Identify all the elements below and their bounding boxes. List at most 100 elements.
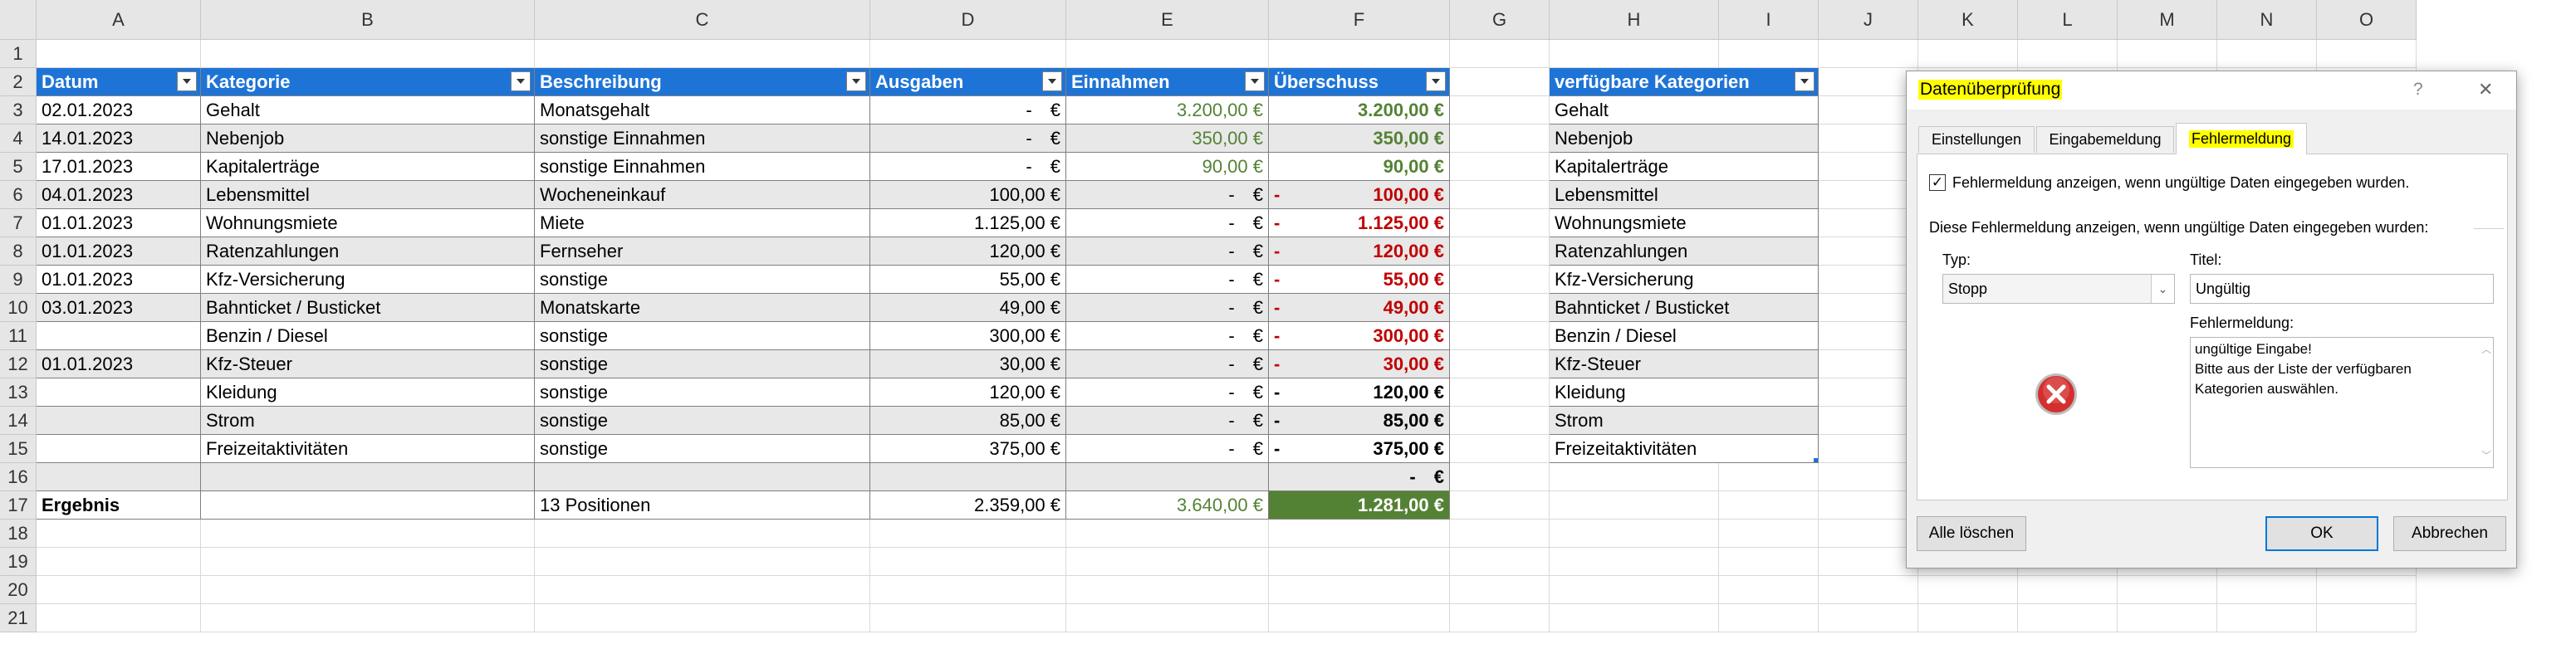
- grid-cell[interactable]: [2018, 576, 2118, 604]
- table-header-datum[interactable]: Datum: [37, 68, 201, 96]
- grid-cell[interactable]: [1719, 491, 1819, 520]
- grid-cell[interactable]: [1450, 548, 1550, 576]
- table-cell-ueberschuss[interactable]: - 55,00 €: [1269, 266, 1450, 294]
- grid-cell[interactable]: [1550, 576, 1719, 604]
- table-cell-datum[interactable]: [37, 322, 201, 350]
- column-header-b[interactable]: B: [201, 0, 535, 40]
- table-cell-ueberschuss[interactable]: - 1.125,00 €: [1269, 209, 1450, 237]
- row-header-9[interactable]: 9: [0, 266, 37, 294]
- grid-cell[interactable]: [1819, 40, 1918, 68]
- grid-cell[interactable]: [870, 520, 1066, 548]
- filter-dropdown-icon[interactable]: [846, 71, 866, 91]
- filter-dropdown-icon[interactable]: [1426, 71, 1446, 91]
- row-header-10[interactable]: 10: [0, 294, 37, 322]
- show-error-checkbox[interactable]: ✓: [1929, 174, 1946, 191]
- row-header-17[interactable]: 17: [0, 491, 37, 520]
- row-header-7[interactable]: 7: [0, 209, 37, 237]
- grid-cell[interactable]: [1819, 407, 1918, 435]
- grid-cell[interactable]: [1719, 576, 1819, 604]
- table-cell-ueberschuss[interactable]: 350,00 €: [1269, 124, 1450, 153]
- result-empty[interactable]: [201, 491, 535, 520]
- category-item[interactable]: Kfz-Steuer: [1550, 350, 1819, 378]
- table-cell-einnahmen[interactable]: - €: [1066, 237, 1269, 266]
- category-item[interactable]: Benzin / Diesel: [1550, 322, 1819, 350]
- table-cell-einnahmen[interactable]: - €: [1066, 407, 1269, 435]
- table-cell-ausgaben[interactable]: - €: [870, 96, 1066, 124]
- grid-cell[interactable]: [1819, 435, 1918, 463]
- row-header-12[interactable]: 12: [0, 350, 37, 378]
- categories-header[interactable]: verfügbare Kategorien: [1550, 68, 1819, 96]
- grid-cell[interactable]: [1819, 153, 1918, 181]
- category-item[interactable]: Nebenjob: [1550, 124, 1819, 153]
- grid-cell[interactable]: [2317, 604, 2417, 632]
- table-cell-einnahmen[interactable]: 350,00 €: [1066, 124, 1269, 153]
- chevron-down-icon[interactable]: ⌄: [2151, 275, 2174, 303]
- close-icon[interactable]: ✕: [2478, 79, 2493, 100]
- grid-cell[interactable]: [535, 548, 870, 576]
- table-cell-einnahmen[interactable]: 3.200,00 €: [1066, 96, 1269, 124]
- dialog-titlebar[interactable]: Datenüberprüfung ? ✕: [1907, 71, 2516, 110]
- table-cell-ausgaben[interactable]: [870, 463, 1066, 491]
- grid-cell[interactable]: [37, 604, 201, 632]
- table-cell-einnahmen[interactable]: - €: [1066, 435, 1269, 463]
- table-cell-kategorie[interactable]: Kapitalerträge: [201, 153, 535, 181]
- table-cell-einnahmen[interactable]: - €: [1066, 350, 1269, 378]
- clear-all-button[interactable]: Alle löschen: [1917, 516, 2026, 551]
- grid-cell[interactable]: [1269, 576, 1450, 604]
- table-cell-ueberschuss[interactable]: 90,00 €: [1269, 153, 1450, 181]
- grid-cell[interactable]: [201, 604, 535, 632]
- table-cell-ueberschuss[interactable]: - €: [1269, 463, 1450, 491]
- table-cell-ausgaben[interactable]: - €: [870, 124, 1066, 153]
- category-item[interactable]: Kfz-Versicherung: [1550, 266, 1819, 294]
- grid-cell[interactable]: [1066, 40, 1269, 68]
- grid-cell[interactable]: [1450, 407, 1550, 435]
- grid-cell[interactable]: [37, 520, 201, 548]
- table-cell-einnahmen[interactable]: [1066, 463, 1269, 491]
- title-input[interactable]: Ungültig: [2190, 274, 2494, 304]
- table-cell-einnahmen[interactable]: - €: [1066, 378, 1269, 407]
- grid-cell[interactable]: [1819, 350, 1918, 378]
- grid-cell[interactable]: [1450, 520, 1550, 548]
- filter-dropdown-icon[interactable]: [1042, 71, 1062, 91]
- table-cell-kategorie[interactable]: Gehalt: [201, 96, 535, 124]
- table-cell-datum[interactable]: [37, 407, 201, 435]
- grid-cell[interactable]: [1450, 350, 1550, 378]
- table-header-beschreibung[interactable]: Beschreibung: [535, 68, 870, 96]
- grid-cell[interactable]: [1819, 322, 1918, 350]
- table-cell-einnahmen[interactable]: - €: [1066, 294, 1269, 322]
- grid-cell[interactable]: [870, 576, 1066, 604]
- grid-cell[interactable]: [1269, 604, 1450, 632]
- row-header-6[interactable]: 6: [0, 181, 37, 209]
- grid-cell[interactable]: [1918, 604, 2018, 632]
- grid-cell[interactable]: [37, 40, 201, 68]
- table-cell-ueberschuss[interactable]: - 100,00 €: [1269, 181, 1450, 209]
- table-cell-ueberschuss[interactable]: 3.200,00 €: [1269, 96, 1450, 124]
- table-cell-beschreibung[interactable]: sonstige: [535, 266, 870, 294]
- grid-cell[interactable]: [1450, 378, 1550, 407]
- column-header-j[interactable]: J: [1819, 0, 1918, 40]
- grid-cell[interactable]: [1066, 520, 1269, 548]
- grid-cell[interactable]: [2118, 576, 2217, 604]
- result-ausgaben[interactable]: 2.359,00 €: [870, 491, 1066, 520]
- grid-cell[interactable]: [1819, 68, 1918, 96]
- table-cell-beschreibung[interactable]: Monatskarte: [535, 294, 870, 322]
- grid-cell[interactable]: [535, 40, 870, 68]
- table-cell-ausgaben[interactable]: 100,00 €: [870, 181, 1066, 209]
- table-cell-ueberschuss[interactable]: - 120,00 €: [1269, 237, 1450, 266]
- table-cell-ueberschuss[interactable]: - 49,00 €: [1269, 294, 1450, 322]
- grid-cell[interactable]: [1819, 124, 1918, 153]
- grid-cell[interactable]: [1819, 463, 1918, 491]
- grid-cell[interactable]: [1450, 435, 1550, 463]
- cancel-button[interactable]: Abbrechen: [2393, 516, 2506, 551]
- tab-fehlermeldung[interactable]: Fehlermeldung: [2176, 123, 2307, 154]
- table-resize-handle[interactable]: [1814, 458, 1818, 462]
- table-cell-ausgaben[interactable]: 120,00 €: [870, 237, 1066, 266]
- grid-cell[interactable]: [870, 40, 1066, 68]
- grid-cell[interactable]: [1450, 322, 1550, 350]
- row-header-4[interactable]: 4: [0, 124, 37, 153]
- table-cell-beschreibung[interactable]: Fernseher: [535, 237, 870, 266]
- table-cell-ueberschuss[interactable]: - 300,00 €: [1269, 322, 1450, 350]
- grid-cell[interactable]: [1819, 96, 1918, 124]
- grid-cell[interactable]: [201, 520, 535, 548]
- category-item[interactable]: Ratenzahlungen: [1550, 237, 1819, 266]
